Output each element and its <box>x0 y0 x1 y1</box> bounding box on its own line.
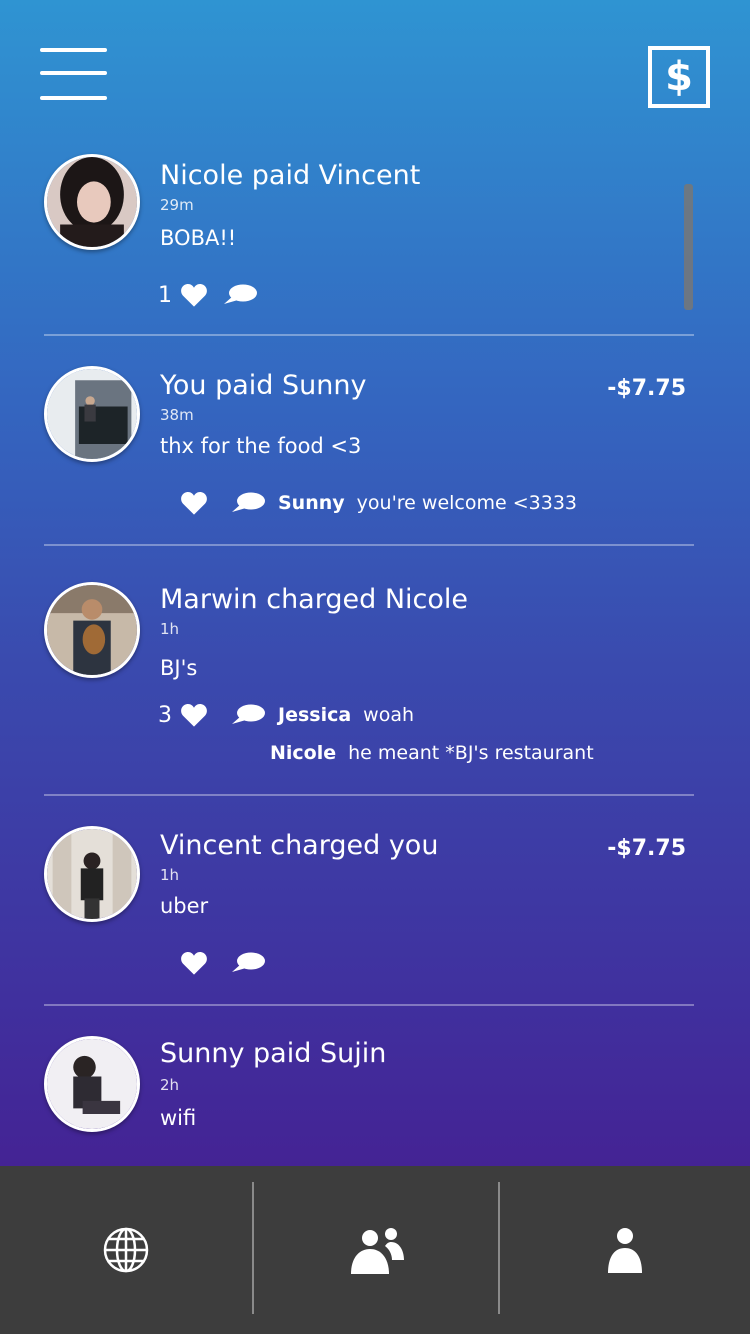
heart-icon[interactable] <box>180 702 208 728</box>
avatar[interactable] <box>44 154 140 250</box>
dollar-sign-icon: $ <box>665 54 693 100</box>
globe-icon <box>103 1227 149 1273</box>
comment-author[interactable]: Nicole <box>270 742 336 764</box>
comment-text: woah <box>363 704 415 726</box>
tab-public[interactable] <box>0 1166 252 1334</box>
comment-text: he meant *BJ's restaurant <box>348 742 594 764</box>
comment-text: you're welcome <3333 <box>356 492 578 514</box>
like-count: 3 <box>158 702 172 728</box>
comment-bubble-icon[interactable] <box>222 283 258 307</box>
item-actions: Sunny you're welcome <3333 <box>180 488 577 518</box>
comment-row: Nicole he meant *BJ's restaurant <box>258 738 594 768</box>
timestamp: 29m <box>160 196 194 214</box>
transaction-title: Marwin charged Nicole <box>160 584 468 615</box>
heart-icon[interactable] <box>180 490 208 516</box>
like-count: 1 <box>158 282 172 308</box>
transaction-note: wifi <box>160 1106 197 1130</box>
item-actions: 3 Jessica woah <box>158 700 414 730</box>
timestamp: 1h <box>160 866 180 884</box>
avatar[interactable] <box>44 582 140 678</box>
heart-icon[interactable] <box>180 282 208 308</box>
bottom-tab-bar <box>0 1166 750 1334</box>
transaction-title: Nicole paid Vincent <box>160 160 421 191</box>
friends-icon <box>351 1228 404 1274</box>
transaction-note: BJ's <box>160 656 198 680</box>
avatar[interactable] <box>44 1036 140 1132</box>
app-header: $ <box>0 0 750 140</box>
comment-bubble-icon[interactable] <box>230 951 266 975</box>
comment-bubble-icon[interactable] <box>230 491 266 515</box>
tab-friends[interactable] <box>254 1166 498 1334</box>
transaction-note: BOBA!! <box>160 226 237 250</box>
transaction-amount: -$7.75 <box>607 376 686 401</box>
feed-item[interactable]: Marwin charged Nicole 1h BJ's 3 Jessica … <box>0 546 750 796</box>
avatar[interactable] <box>44 366 140 462</box>
feed-item[interactable]: You paid Sunny -$7.75 38m thx for the fo… <box>0 336 750 546</box>
item-actions <box>180 948 266 978</box>
hamburger-menu-icon[interactable] <box>40 46 108 102</box>
transaction-amount: -$7.75 <box>607 836 686 861</box>
tab-me[interactable] <box>500 1166 750 1334</box>
timestamp: 1h <box>160 620 180 638</box>
feed-item[interactable]: Vincent charged you -$7.75 1h uber <box>0 796 750 1006</box>
transaction-note: thx for the food <3 <box>160 434 362 458</box>
transaction-note: uber <box>160 894 209 918</box>
heart-icon[interactable] <box>180 950 208 976</box>
feed-item[interactable]: Nicole paid Vincent 29m BOBA!! 1 <box>0 140 750 336</box>
person-icon <box>608 1228 642 1273</box>
avatar[interactable] <box>44 826 140 922</box>
timestamp: 2h <box>160 1076 180 1094</box>
activity-feed[interactable]: Nicole paid Vincent 29m BOBA!! 1 You pai… <box>0 140 750 1166</box>
pay-button[interactable]: $ <box>648 46 710 108</box>
comment-author[interactable]: Jessica <box>278 704 351 726</box>
comment-bubble-icon[interactable] <box>230 703 266 727</box>
item-actions: 1 <box>158 280 258 310</box>
comment-author[interactable]: Sunny <box>278 492 345 514</box>
scrollbar[interactable] <box>684 184 693 310</box>
transaction-title: You paid Sunny <box>160 370 367 401</box>
timestamp: 38m <box>160 406 194 424</box>
transaction-title: Sunny paid Sujin <box>160 1038 387 1069</box>
feed-item[interactable]: Sunny paid Sujin 2h wifi <box>0 1006 750 1166</box>
transaction-title: Vincent charged you <box>160 830 439 861</box>
